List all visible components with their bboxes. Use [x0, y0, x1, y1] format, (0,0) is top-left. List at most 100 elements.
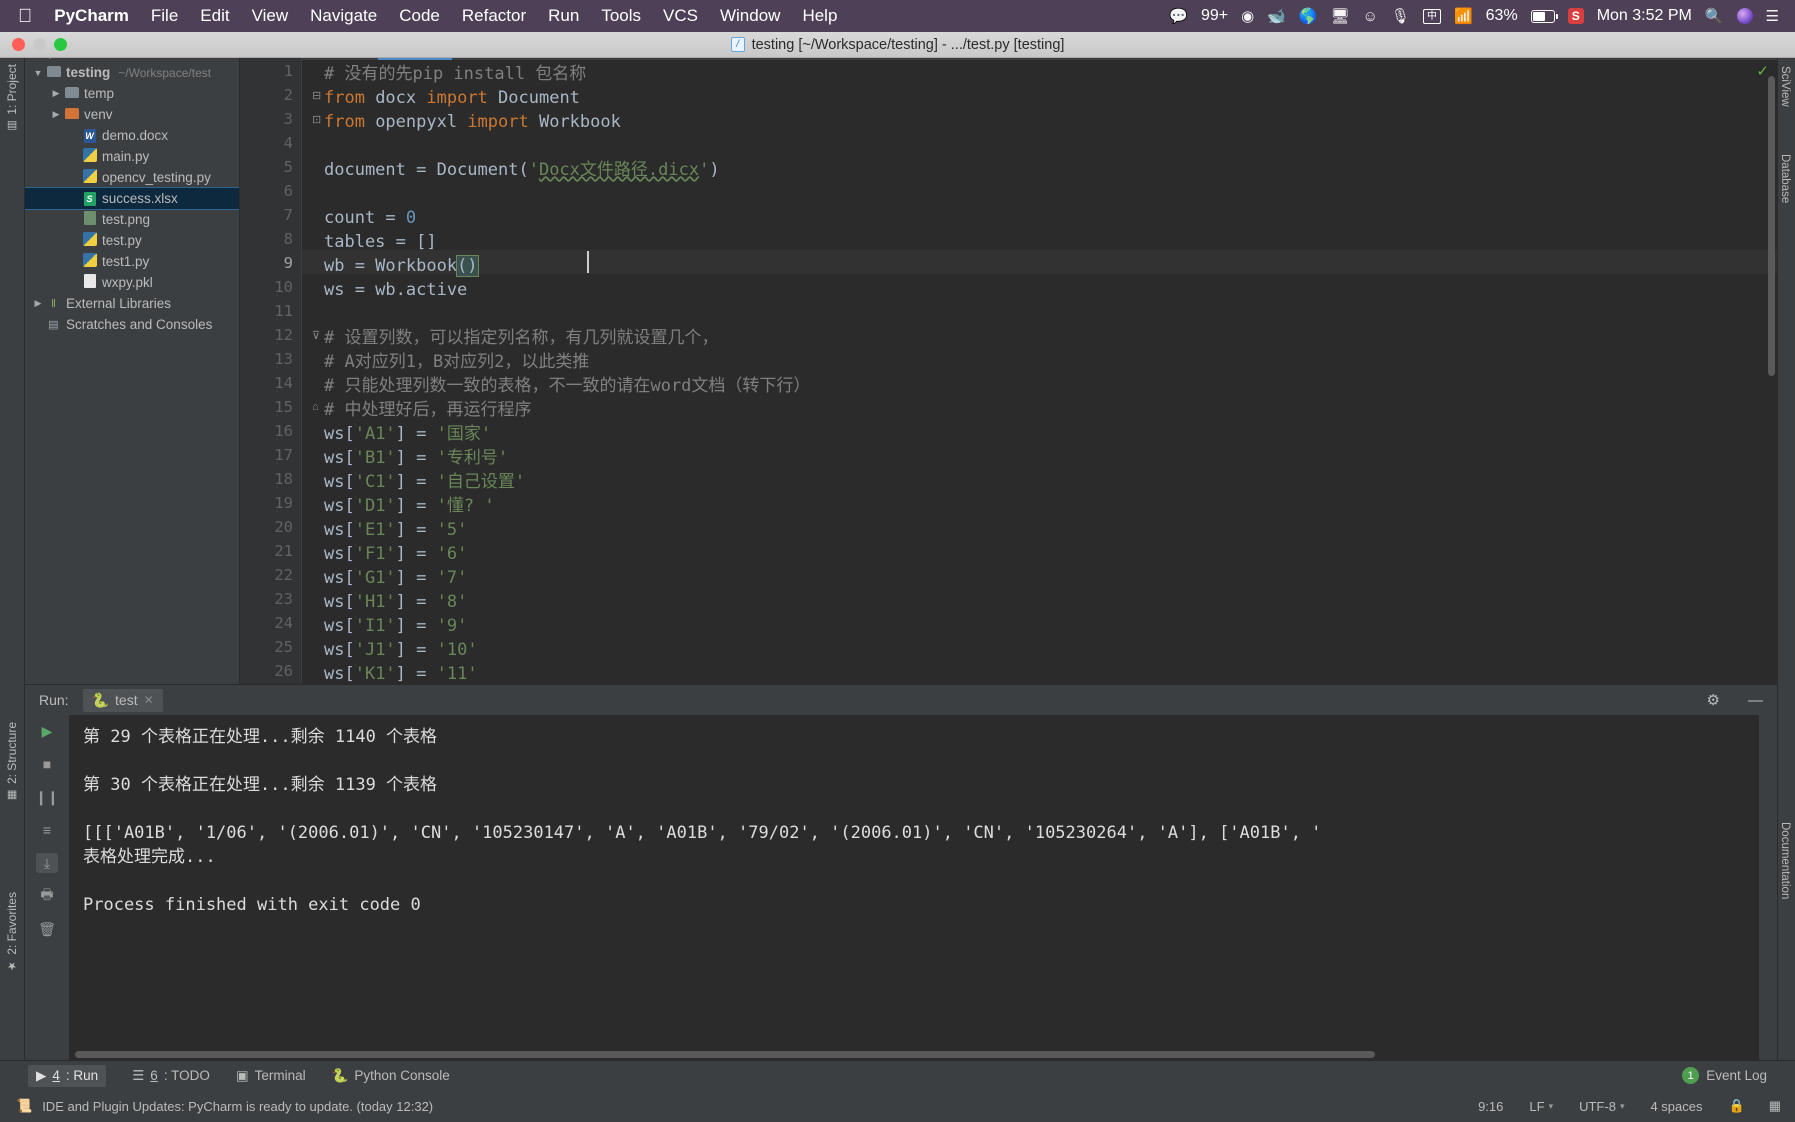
soft-wrap-button[interactable]: ≡ — [36, 820, 58, 840]
tree-item-test-png[interactable]: test.png — [25, 209, 239, 230]
tree-item-wxpy-pkl[interactable]: wxpy.pkl — [25, 272, 239, 293]
pause-button[interactable]: ❙❙ — [36, 787, 58, 807]
code-token: '自己设置' — [437, 472, 525, 492]
menu-run[interactable]: Run — [548, 6, 579, 26]
input-source-icon[interactable]: 中 — [1423, 9, 1441, 24]
stop-button[interactable]: ■ — [36, 754, 58, 774]
code-token: # 只能处理列数一致的表格，不一致的请在word文档（转下行） — [324, 376, 810, 396]
tree-item-external-libraries[interactable]: ▶‖External Libraries — [25, 293, 239, 314]
minimize-icon[interactable]: — — [1748, 692, 1763, 709]
chevron-right-icon[interactable]: ▶ — [31, 298, 45, 309]
battery-icon[interactable] — [1531, 10, 1555, 23]
emoji-icon[interactable]: ☺ — [1363, 9, 1378, 24]
caret-position[interactable]: 9:16 — [1478, 1099, 1503, 1114]
sidebar-item-favorites[interactable]: ★ 2: Favorites — [0, 888, 25, 977]
code-fold-marker[interactable]: ⌂ — [312, 401, 319, 413]
checkmark-icon[interactable]: ✓ — [1756, 62, 1769, 80]
control-center-icon[interactable]: ☰ — [1766, 9, 1779, 24]
editor-code-area[interactable]: # 没有的先pip install 包名称from docx import Do… — [324, 58, 1777, 684]
tree-item-demo-docx[interactable]: Wdemo.docx — [25, 125, 239, 146]
editor-scrollbar[interactable] — [1768, 76, 1775, 376]
status-message[interactable]: IDE and Plugin Updates: PyCharm is ready… — [42, 1099, 433, 1114]
lock-icon[interactable]: 🔒 — [1729, 1098, 1745, 1114]
code-fold-marker[interactable]: ⊡ — [312, 113, 321, 126]
tool-window-icon: ▶ — [36, 1068, 46, 1084]
clock[interactable]: Mon 3:52 PM — [1597, 7, 1692, 25]
microphone-icon[interactable]: 🎙 — [1391, 9, 1410, 24]
print-button[interactable]: 🖶 — [36, 886, 58, 906]
tool-window-label: Python Console — [354, 1068, 449, 1083]
menu-help[interactable]: Help — [802, 6, 837, 26]
sidebar-item-database[interactable]: Database — [1776, 150, 1794, 207]
minimize-button[interactable] — [33, 38, 46, 51]
code-line: # 设置列数，可以指定列名称，有几列就设置几个， — [324, 326, 718, 350]
snipaste-icon[interactable]: S — [1568, 8, 1584, 24]
file-encoding[interactable]: UTF-8 ▾ — [1579, 1099, 1624, 1114]
menu-vcs[interactable]: VCS — [663, 6, 698, 26]
collapse-icon[interactable]: ⊕ — [78, 58, 88, 59]
siri-icon[interactable] — [1737, 8, 1753, 24]
menu-tools[interactable]: Tools — [601, 6, 641, 26]
tree-item-success-xlsx[interactable]: Ssuccess.xlsx — [25, 188, 239, 209]
event-log-button[interactable]: 1Event Log — [1682, 1067, 1767, 1084]
menu-app-name[interactable]: PyCharm — [54, 6, 129, 26]
line-separator[interactable]: LF ▾ — [1529, 1099, 1553, 1114]
settings-icon[interactable]: ⚙ — [114, 58, 125, 59]
memory-icon[interactable]: ▦ — [1769, 1098, 1781, 1114]
close-button[interactable] — [12, 38, 25, 51]
clear-all-button[interactable]: 🗑 — [36, 919, 58, 939]
chevron-right-icon[interactable]: ▶ — [49, 88, 63, 99]
notification-icon[interactable]: 📜 — [16, 1098, 32, 1114]
evernote-icon[interactable]: 🌎 — [1299, 9, 1318, 24]
code-token: ws[ — [324, 640, 355, 660]
tree-item-test-py[interactable]: test.py — [25, 230, 239, 251]
tree-item-testing[interactable]: ▼testing~/Workspace/test — [25, 62, 239, 83]
rerun-button[interactable]: ▶ — [36, 721, 58, 741]
zoom-button[interactable] — [54, 38, 67, 51]
tool-window-todo[interactable]: ☰6: TODO — [132, 1068, 210, 1084]
console-horizontal-scrollbar[interactable] — [75, 1051, 1375, 1058]
menu-edit[interactable]: Edit — [200, 6, 229, 26]
code-fold-marker[interactable]: ⊟ — [312, 89, 321, 102]
tool-window-terminal[interactable]: ▣Terminal — [236, 1068, 306, 1084]
scroll-to-end-button[interactable]: ⤓ — [36, 853, 58, 873]
code-token: ws[ — [324, 448, 355, 468]
code-editor[interactable]: opencv_testing.pytest.pytest1.pydemo.doc… — [240, 58, 1777, 684]
code-fold-marker[interactable]: ⊽ — [312, 329, 320, 342]
tool-window-python-console[interactable]: 🐍Python Console — [332, 1068, 450, 1084]
editor-gutter[interactable]: 1234567891011121314151617181920212223242… — [240, 58, 302, 684]
console-output[interactable]: 第 29 个表格正在处理...剩余 1140 个表格第 30 个表格正在处理..… — [69, 715, 1759, 1060]
menu-code[interactable]: Code — [399, 6, 440, 26]
sidebar-item-structure[interactable]: ▦ 2: Structure — [0, 718, 25, 806]
search-icon[interactable]: 🔍 — [1705, 9, 1724, 24]
sidebar-item-documentation[interactable]: Documentation — [1776, 818, 1794, 903]
run-config-tab[interactable]: 🐍 test ✕ — [83, 689, 163, 712]
wechat-icon[interactable]: 💬 — [1169, 9, 1188, 24]
tree-item-test1-py[interactable]: test1.py — [25, 251, 239, 272]
tree-item-venv[interactable]: ▶venv — [25, 104, 239, 125]
chevron-down-icon[interactable]: ▼ — [31, 68, 45, 78]
sidebar-item-sciview[interactable]: SciView — [1776, 62, 1794, 111]
wifi-icon[interactable]: 📶 — [1454, 9, 1473, 24]
chevron-right-icon[interactable]: ▶ — [49, 109, 63, 120]
tool-window-run[interactable]: ▶4: Run — [28, 1065, 106, 1087]
docker-icon[interactable]: 🐋 — [1267, 9, 1286, 24]
creative-cloud-icon[interactable]: ◉ — [1241, 9, 1254, 24]
menu-window[interactable]: Window — [720, 6, 780, 26]
apple-icon[interactable]:  — [18, 7, 32, 26]
tree-item-scratches-and-consoles[interactable]: ▤Scratches and Consoles — [25, 314, 239, 335]
menu-refactor[interactable]: Refactor — [462, 6, 526, 26]
indent-setting[interactable]: 4 spaces — [1650, 1099, 1702, 1114]
menu-navigate[interactable]: Navigate — [310, 6, 377, 26]
gear-icon[interactable]: ⚙ — [1707, 691, 1720, 709]
close-icon[interactable]: ✕ — [144, 693, 154, 707]
menu-file[interactable]: File — [151, 6, 178, 26]
tree-item-main-py[interactable]: main.py — [25, 146, 239, 167]
menu-view[interactable]: View — [252, 6, 289, 26]
tree-item-opencv-testing-py[interactable]: opencv_testing.py — [25, 167, 239, 188]
sidebar-item-project[interactable]: ▤ 1: Project — [0, 60, 25, 137]
target-icon[interactable]: ⤓ — [98, 58, 103, 60]
airplay-icon[interactable]: 🖥 — [1331, 9, 1350, 24]
code-token: ] = — [396, 448, 437, 468]
tree-item-temp[interactable]: ▶temp — [25, 83, 239, 104]
